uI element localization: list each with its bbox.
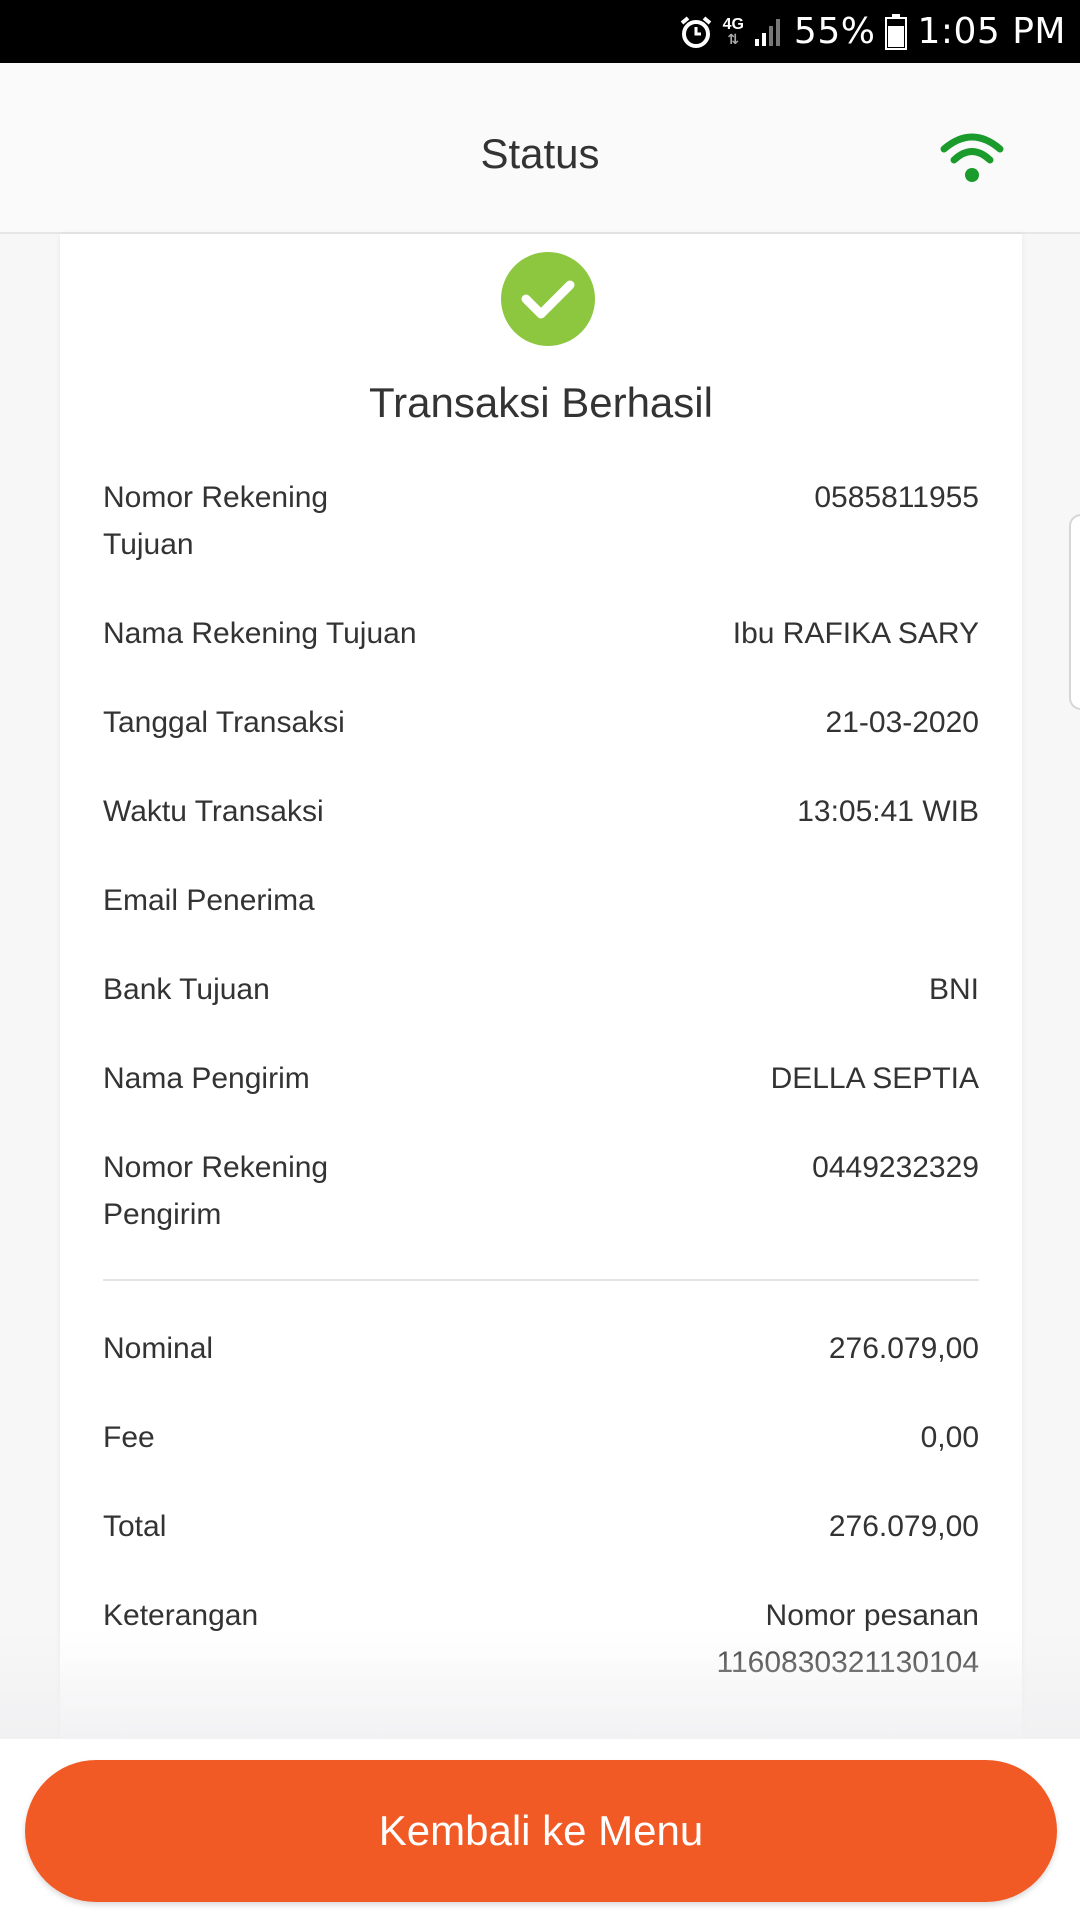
app-screen: 4G ⇅ 55% 1:05 PM Status Transaksi Berhas… xyxy=(0,0,1080,1920)
status-bar: 4G ⇅ 55% 1:05 PM xyxy=(0,0,1080,63)
section-divider xyxy=(103,1279,979,1281)
network-type-text: 4G xyxy=(722,15,744,33)
amount-label: Nominal xyxy=(103,1332,214,1365)
battery-icon xyxy=(885,13,908,50)
back-to-menu-button[interactable]: Kembali ke Menu xyxy=(25,1760,1057,1902)
amount-value: 0,00 xyxy=(920,1421,979,1454)
alarm-icon xyxy=(679,15,713,49)
detail-value: DELLA SEPTIA xyxy=(770,1062,979,1095)
detail-label: Nomor Rekening Pengirim xyxy=(103,1151,329,1231)
app-header: Status xyxy=(0,63,1080,234)
signal-icon xyxy=(754,17,784,47)
amount-label: Total xyxy=(103,1510,167,1543)
clock-time: 1:05 PM xyxy=(917,11,1066,52)
page-title: Status xyxy=(480,130,600,177)
detail-value: 13:05:41 WIB xyxy=(797,795,979,828)
detail-value: 21-03-2020 xyxy=(825,706,979,739)
network-4g-icon: 4G ⇅ xyxy=(722,15,744,47)
battery-percent: 55% xyxy=(793,11,876,52)
check-circle-icon xyxy=(501,252,595,346)
amount-value: 276.079,00 xyxy=(828,1332,979,1365)
scroll-handle[interactable] xyxy=(1069,514,1080,710)
detail-label: Email Penerima xyxy=(103,884,315,917)
wifi-icon xyxy=(940,131,1004,183)
detail-value: BNI xyxy=(928,973,979,1006)
transaction-card: Transaksi Berhasil Nomor Rekening Tujuan… xyxy=(60,234,1022,1739)
detail-value: 0449232329 xyxy=(812,1151,979,1184)
amount-value: 276.079,00 xyxy=(828,1510,979,1543)
detail-value: Ibu RAFIKA SARY xyxy=(732,617,979,650)
amount-label: Fee xyxy=(103,1421,155,1454)
bottom-fade xyxy=(0,1630,1080,1740)
detail-value: 0585811955 xyxy=(814,481,979,514)
detail-label: Nomor Rekening Tujuan xyxy=(103,481,329,561)
transaction-status-title: Transaksi Berhasil xyxy=(369,379,713,426)
